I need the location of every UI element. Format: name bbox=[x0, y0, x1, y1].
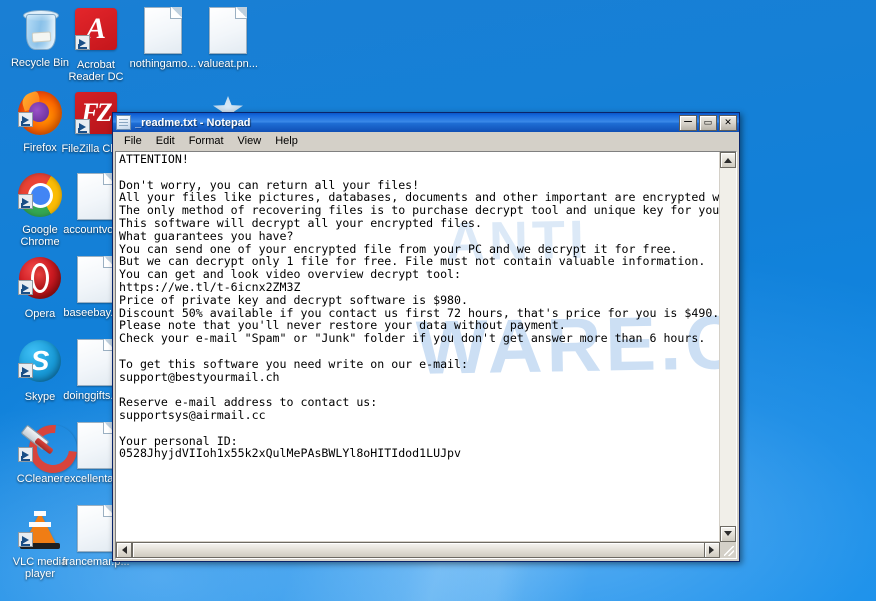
notepad-text-area[interactable]: ANTI WARE.C ATTENTION! Don't worry, you … bbox=[116, 152, 736, 558]
maximize-icon: ▭ bbox=[703, 116, 713, 127]
window-controls: – ▭ ✕ bbox=[679, 111, 737, 131]
menu-help[interactable]: Help bbox=[268, 133, 305, 149]
scrollbar-corner-grip bbox=[720, 542, 736, 558]
desktop-icon-label: Acrobat Reader DC bbox=[68, 59, 124, 83]
close-button[interactable]: ✕ bbox=[719, 114, 737, 131]
menu-file[interactable]: File bbox=[117, 133, 149, 149]
menu-edit[interactable]: Edit bbox=[149, 133, 182, 149]
minimize-icon: – bbox=[684, 111, 692, 128]
menu-bar: File Edit Format View Help bbox=[113, 132, 739, 151]
chrome-icon bbox=[16, 173, 64, 221]
scroll-up-arrow-icon[interactable] bbox=[720, 152, 736, 168]
window-title: _readme.txt - Notepad bbox=[135, 116, 251, 129]
scroll-left-arrow-icon[interactable] bbox=[116, 542, 132, 558]
scroll-right-arrow-icon[interactable] bbox=[704, 542, 720, 558]
opera-icon bbox=[16, 257, 64, 305]
firefox-icon bbox=[16, 91, 64, 139]
scroll-down-arrow-icon[interactable] bbox=[720, 526, 736, 542]
file-document-icon bbox=[139, 7, 187, 55]
maximize-button[interactable]: ▭ bbox=[699, 114, 717, 131]
notepad-client-area: ANTI WARE.C ATTENTION! Don't worry, you … bbox=[115, 151, 737, 559]
file-document-icon bbox=[204, 7, 252, 55]
recycle-bin-icon bbox=[16, 6, 64, 54]
minimize-button[interactable]: – bbox=[679, 111, 697, 131]
vertical-scrollbar[interactable] bbox=[719, 152, 736, 542]
menu-format[interactable]: Format bbox=[182, 133, 231, 149]
ransom-note-text: ATTENTION! Don't worry, you can return a… bbox=[119, 152, 720, 461]
vlc-media-player-icon bbox=[16, 505, 64, 553]
desktop[interactable]: Recycle Bin A Acrobat Reader DC nothinga… bbox=[0, 0, 876, 601]
horizontal-scrollbar[interactable] bbox=[116, 541, 722, 558]
skype-icon: S bbox=[16, 340, 64, 388]
close-icon: ✕ bbox=[724, 116, 732, 127]
desktop-icon-label: valueat.pn... bbox=[198, 58, 258, 70]
notepad-document-icon bbox=[116, 115, 131, 130]
acrobat-reader-icon: A bbox=[72, 8, 120, 56]
ccleaner-icon bbox=[16, 415, 87, 483]
horizontal-scroll-thumb[interactable] bbox=[132, 542, 722, 558]
desktop-icon-acrobat-reader-dc[interactable]: A Acrobat Reader DC bbox=[58, 6, 134, 83]
desktop-icon-valueat-png[interactable]: valueat.pn... bbox=[190, 6, 266, 70]
notepad-window[interactable]: _readme.txt - Notepad – ▭ ✕ File Edit Fo… bbox=[112, 112, 740, 562]
window-titlebar[interactable]: _readme.txt - Notepad – ▭ ✕ bbox=[113, 113, 739, 132]
menu-view[interactable]: View bbox=[231, 133, 269, 149]
